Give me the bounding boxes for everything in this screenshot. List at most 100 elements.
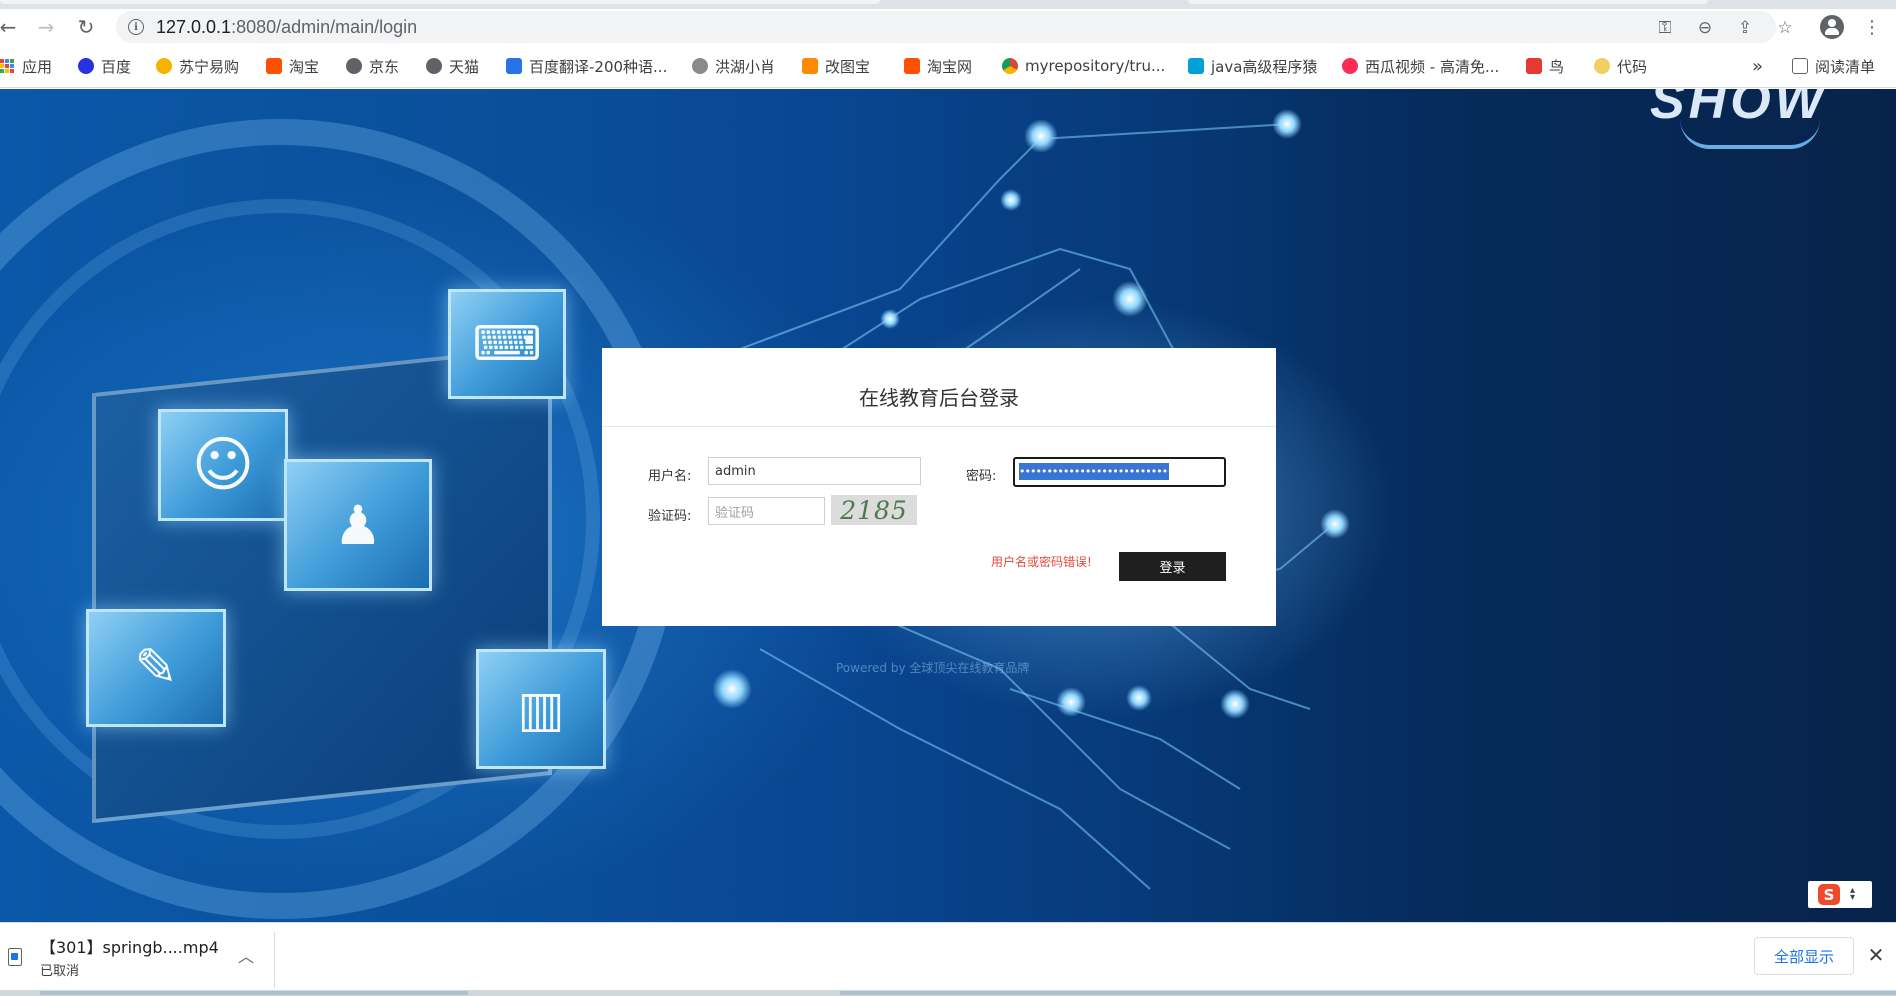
translate-icon (506, 58, 522, 74)
library-tile: ▥ (476, 649, 606, 769)
taskbar-segment (840, 991, 1896, 995)
download-shelf: 【301】springb....mp4 已取消 ︿ 全部显示 ✕ (0, 922, 1896, 996)
bookmark-baidu[interactable]: 百度 (78, 54, 131, 78)
show-all-downloads-button[interactable]: 全部显示 (1754, 937, 1854, 975)
glow-node (1112, 281, 1148, 317)
taskbar-strip (0, 990, 1896, 996)
tab-strip (0, 0, 1896, 9)
bookmark-code[interactable]: 代码 (1594, 54, 1647, 78)
bookmark-myrepository[interactable]: myrepository/tru... (1002, 54, 1165, 78)
forward-arrow-icon[interactable]: → (32, 13, 60, 41)
url-text[interactable]: 127.0.0.1:8080/admin/main/login (156, 17, 417, 38)
taobao-icon (904, 58, 920, 74)
profile-avatar-icon[interactable] (1820, 15, 1844, 39)
classroom-tile: ♟ (284, 459, 432, 591)
bird-icon (692, 58, 708, 74)
bookmark-java[interactable]: java高级程序猿 (1188, 54, 1317, 78)
glow-node (1024, 119, 1058, 153)
taobao-icon (266, 58, 282, 74)
chrome-icon (1002, 58, 1018, 74)
captcha-input[interactable]: 验证码 (708, 497, 825, 525)
download-status: 已取消 (40, 964, 80, 979)
bookmarks-overflow-chevron[interactable]: » (1752, 54, 1763, 78)
bookmark-star-icon[interactable]: ☆ (1774, 17, 1796, 39)
glow-node (1056, 687, 1086, 717)
bilibili-icon (1188, 58, 1204, 74)
bookmark-label: 洪湖小肖 (715, 57, 776, 76)
url-host: 127.0.0.1 (156, 17, 232, 37)
login-error-message: 用户名或密码错误! (991, 555, 1092, 569)
file-icon (8, 948, 22, 966)
divider (602, 426, 1276, 427)
site-info-icon[interactable]: i (128, 19, 144, 35)
code-icon (1594, 58, 1610, 74)
captcha-image[interactable]: 2185 (831, 495, 917, 525)
back-arrow-icon[interactable]: ← (0, 13, 22, 41)
glow-node (1220, 689, 1250, 719)
bookmark-label: 百度翻译-200种语... (529, 57, 668, 76)
bookmark-label: myrepository/tru... (1025, 57, 1166, 75)
baidu-icon (78, 58, 94, 74)
bookmark-label: 鸟 (1549, 57, 1565, 76)
password-input[interactable]: •••••••••••••••••••••••••••••••••••• (1013, 457, 1226, 487)
keyboard-tile: ⌨ (448, 289, 566, 399)
idea-tile: ☺ (158, 409, 288, 521)
gaitubao-icon (802, 58, 818, 74)
lightbulb-head-icon: ☺ (191, 430, 255, 500)
logo-swoosh (1680, 119, 1820, 149)
captcha-label: 验证码: (648, 509, 692, 524)
bookmark-taobao[interactable]: 淘宝 (266, 54, 319, 78)
reading-list-label: 阅读清单 (1815, 57, 1876, 76)
chevron-up-icon[interactable]: ︿ (236, 945, 256, 966)
bookmark-label: 苏宁易购 (179, 57, 240, 76)
bookmark-apps[interactable]: 应用 (0, 54, 52, 78)
glow-node (880, 309, 900, 329)
glow-node (1000, 189, 1022, 211)
bookmark-tmall[interactable]: 天猫 (426, 54, 479, 78)
tab-inactive-edge (1188, 0, 1708, 4)
reload-icon[interactable]: ↻ (72, 13, 100, 41)
url-path: :8080/admin/main/login (231, 17, 418, 37)
glow-node (712, 669, 752, 709)
reading-list[interactable]: 阅读清单 (1792, 54, 1875, 78)
menu-dots-icon[interactable]: ⋮ (1858, 13, 1886, 41)
share-icon[interactable]: ⇪ (1734, 17, 1756, 39)
address-bar[interactable]: i 127.0.0.1:8080/admin/main/login ⚿ ⊖ ⇪ … (116, 11, 1793, 43)
taskbar-segment (40, 991, 468, 995)
zoom-icon[interactable]: ⊖ (1694, 17, 1716, 39)
ime-menu-icon[interactable]: ▴ ▾ (1850, 886, 1855, 903)
bookmark-label: 淘宝网 (927, 57, 973, 76)
bookmark-honghu[interactable]: 洪湖小肖 (692, 54, 775, 78)
xigua-icon (1342, 58, 1358, 74)
download-file-name[interactable]: 【301】springb....mp4 (40, 934, 219, 958)
sogou-ime-icon[interactable]: S (1818, 884, 1840, 905)
reading-list-icon (1792, 58, 1808, 74)
powered-by-text: Powered by 全球顶尖在线教育品牌 (836, 661, 1030, 675)
globe-icon (426, 58, 442, 74)
bookmark-label: 天猫 (449, 57, 480, 76)
login-button[interactable]: 登录 (1119, 552, 1226, 581)
bookmark-suning[interactable]: 苏宁易购 (156, 54, 239, 78)
login-card: 在线教育后台登录 用户名: admin 密码: ••••••••••••••••… (602, 348, 1276, 626)
book-tile: ✎ (86, 609, 226, 727)
key-icon[interactable]: ⚿ (1654, 17, 1676, 39)
bookmark-jd[interactable]: 京东 (346, 54, 399, 78)
divider (274, 932, 275, 988)
bookmark-baidu-translate[interactable]: 百度翻译-200种语... (506, 54, 667, 78)
password-selected-text: •••••••••••••••••••••••••••••••••••• (1019, 463, 1169, 480)
apps-grid-icon (0, 59, 14, 73)
bookmark-label: 百度 (101, 57, 132, 76)
open-book-icon: ✎ (134, 638, 178, 698)
bookmark-gaitubao[interactable]: 改图宝 (802, 54, 870, 78)
ime-toolbar[interactable]: S ▴ ▾ (1808, 881, 1872, 908)
bookmark-label: 西瓜视频 - 高清免... (1365, 57, 1500, 76)
glow-node (1126, 685, 1152, 711)
glow-node (1272, 109, 1302, 139)
close-icon[interactable]: ✕ (1864, 943, 1888, 967)
bookmark-xigua[interactable]: 西瓜视频 - 高清免... (1342, 54, 1499, 78)
bookmark-niao[interactable]: 鸟 (1526, 54, 1564, 78)
username-input[interactable]: admin (708, 457, 921, 485)
bookmark-taobaowang[interactable]: 淘宝网 (904, 54, 972, 78)
login-title: 在线教育后台登录 (859, 386, 1019, 410)
bookmark-label: 淘宝 (289, 57, 320, 76)
